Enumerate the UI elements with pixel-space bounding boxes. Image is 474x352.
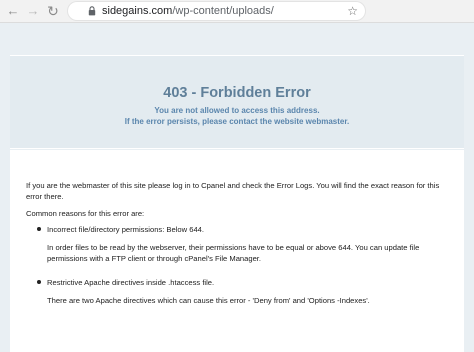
back-button[interactable]: ← [5, 3, 21, 19]
url-path: /wp-content/uploads/ [172, 5, 274, 17]
forward-button[interactable]: → [25, 3, 41, 19]
reasons-heading: Common reasons for this error are: [26, 209, 145, 218]
error-subtitle-line-2: If the error persists, please contact th… [124, 117, 350, 126]
star-icon: ☆ [347, 4, 358, 18]
arrow-left-icon: ← [6, 3, 20, 18]
reason-description: There are two Apache directives which ca… [47, 296, 370, 305]
reload-icon: ↻ [47, 3, 59, 19]
bullet-icon [37, 280, 41, 284]
browser-window: ← → ↻ sidegains.com/wp-content/uploads/ … [0, 0, 474, 352]
browser-toolbar: ← → ↻ sidegains.com/wp-content/uploads/ … [0, 0, 474, 23]
page-viewport: 403 - Forbidden Error You are not allowe… [0, 23, 474, 352]
error-details-panel: If you are the webmaster of this site pl… [10, 150, 464, 352]
arrow-right-icon: → [26, 3, 40, 18]
bullet-icon [37, 227, 41, 231]
url-host: sidegains.com [102, 5, 173, 17]
bookmark-star-button[interactable]: ☆ [347, 3, 358, 19]
address-bar[interactable]: sidegains.com/wp-content/uploads/ ☆ [68, 2, 365, 20]
reason-description: In order files to be read by the webserv… [47, 243, 420, 263]
error-title: 403 - Forbidden Error [163, 85, 311, 101]
reload-button[interactable]: ↻ [45, 3, 61, 19]
reason-title: Restrictive Apache directives inside .ht… [47, 278, 215, 287]
reason-title: Incorrect file/directory permissions: Be… [47, 225, 204, 234]
webmaster-instructions: If you are the webmaster of this site pl… [26, 181, 440, 201]
url-text: sidegains.com/wp-content/uploads/ [102, 4, 274, 18]
error-header: 403 - Forbidden Error You are not allowe… [10, 55, 464, 149]
lock-icon [88, 6, 96, 16]
error-subtitle-line-1: You are not allowed to access this addre… [154, 106, 320, 115]
